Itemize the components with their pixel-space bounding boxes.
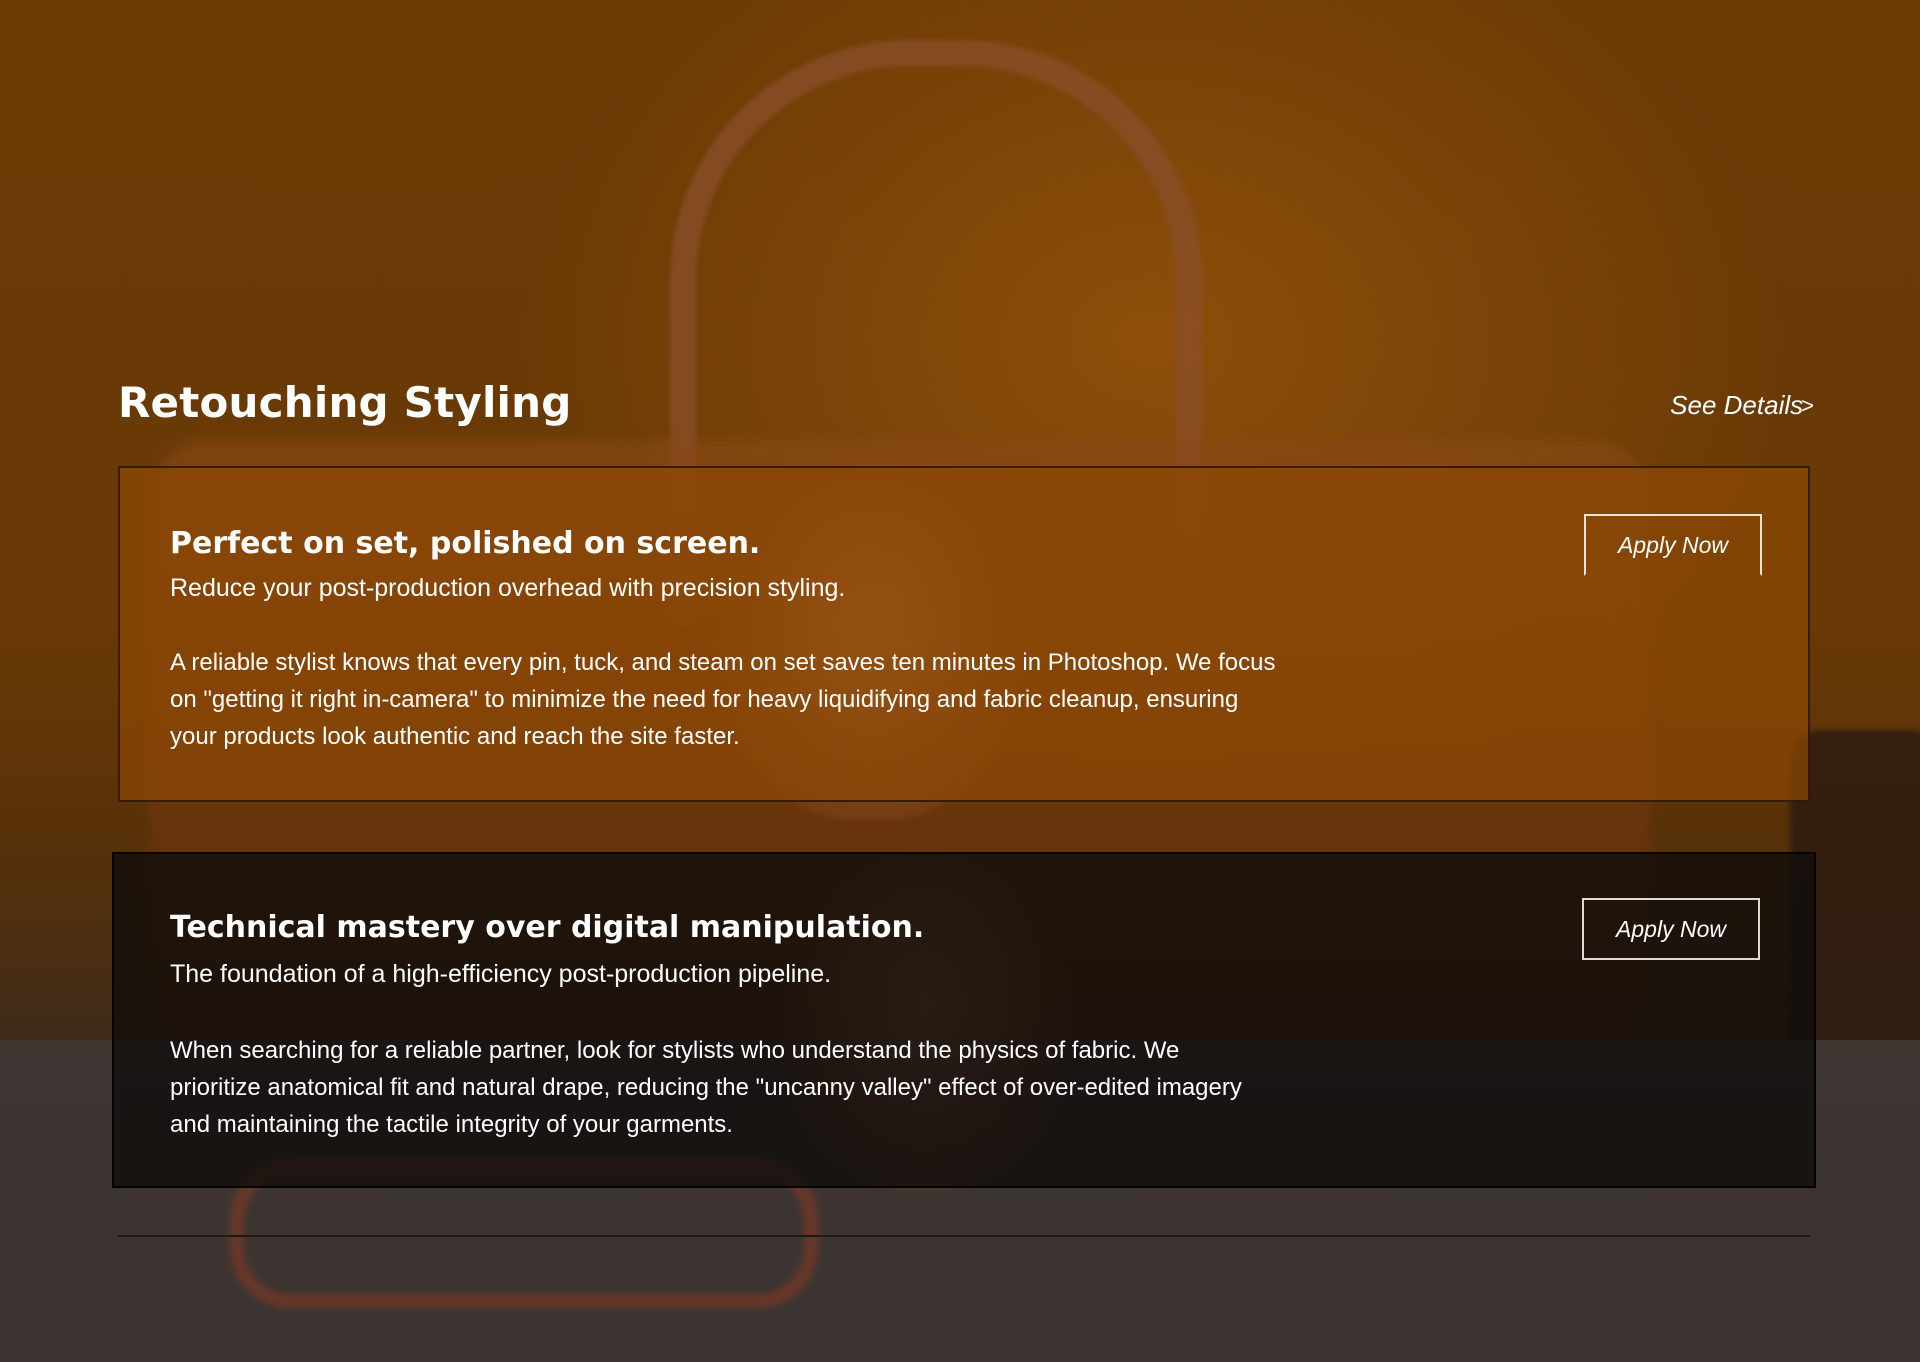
card-subheading: Reduce your post-production overhead wit…: [170, 574, 846, 602]
feature-card: Perfect on set, polished on screen. Redu…: [118, 466, 1810, 802]
apply-now-button[interactable]: Apply Now: [1584, 514, 1762, 576]
card-body-text: When searching for a reliable partner, l…: [170, 1037, 1242, 1138]
apply-now-button[interactable]: Apply Now: [1582, 898, 1760, 960]
feature-card: Technical mastery over digital manipulat…: [112, 852, 1816, 1188]
chevron-right-icon: >: [1801, 392, 1814, 418]
page: Retouching Styling See Details > Perfect…: [0, 0, 1920, 1362]
card-heading: Technical mastery over digital manipulat…: [170, 910, 925, 945]
card-subheading: The foundation of a high-efficiency post…: [170, 960, 832, 988]
section-divider: [118, 1235, 1810, 1237]
see-details-label: See Details: [1670, 390, 1804, 420]
section-title: Retouching Styling: [118, 378, 572, 427]
see-details-link[interactable]: See Details >: [1670, 390, 1814, 421]
card-body-text: A reliable stylist knows that every pin,…: [170, 649, 1276, 750]
card-heading: Perfect on set, polished on screen.: [170, 526, 761, 561]
